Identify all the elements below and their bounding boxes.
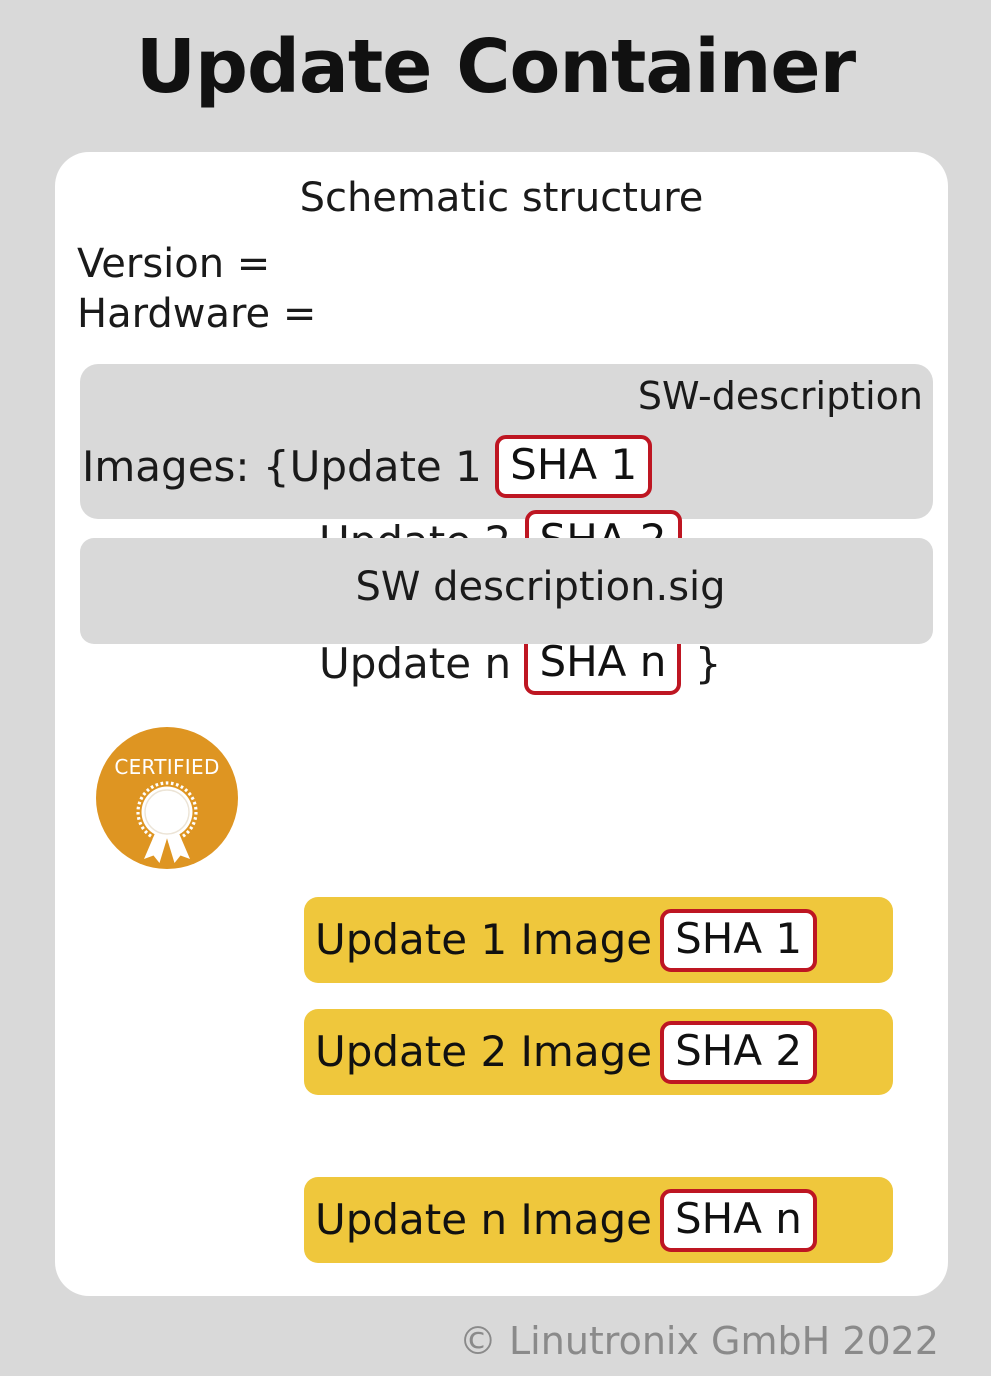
sha-chip: SHA 1 bbox=[660, 908, 818, 972]
schematic-card: Schematic structure Version = Hardware =… bbox=[55, 152, 948, 1296]
version-label: Version = bbox=[77, 241, 271, 287]
update-image-label: Update 1 Image bbox=[315, 915, 653, 964]
signature-panel: SW description.sig bbox=[80, 538, 933, 644]
hardware-label: Hardware = bbox=[77, 291, 317, 337]
certified-badge-label: CERTIFIED bbox=[114, 755, 220, 779]
update-image-bar-2: Update 2 Image SHA 2 bbox=[304, 1009, 893, 1095]
signature-label: SW description.sig bbox=[355, 564, 726, 610]
sha-chip: SHA n bbox=[659, 1188, 817, 1252]
sha-chip: SHA 1 bbox=[495, 435, 653, 498]
update-image-label: Update n Image bbox=[315, 1195, 652, 1244]
certified-seal-icon bbox=[136, 781, 198, 863]
sw-description-row-label: Images: {Update 1 bbox=[82, 441, 496, 491]
sw-description-row-suffix: } bbox=[681, 638, 722, 688]
update-image-label: Update 2 Image bbox=[315, 1027, 653, 1076]
certified-badge: CERTIFIED bbox=[96, 727, 238, 869]
update-image-bar-1: Update 1 Image SHA 1 bbox=[304, 897, 893, 983]
sha-chip: SHA 2 bbox=[660, 1020, 818, 1084]
sw-description-row-label: Update n bbox=[319, 638, 525, 688]
copyright-footer: © Linutronix GmbH 2022 bbox=[458, 1319, 939, 1363]
page-title: Update Container bbox=[135, 24, 856, 110]
update-image-bar-n: Update n Image SHA n bbox=[304, 1177, 893, 1263]
sw-description-title: SW-description bbox=[637, 374, 923, 418]
card-subtitle: Schematic structure bbox=[299, 175, 704, 221]
sw-description-row-update-1: Images: {Update 1 SHA 1 bbox=[82, 435, 653, 498]
